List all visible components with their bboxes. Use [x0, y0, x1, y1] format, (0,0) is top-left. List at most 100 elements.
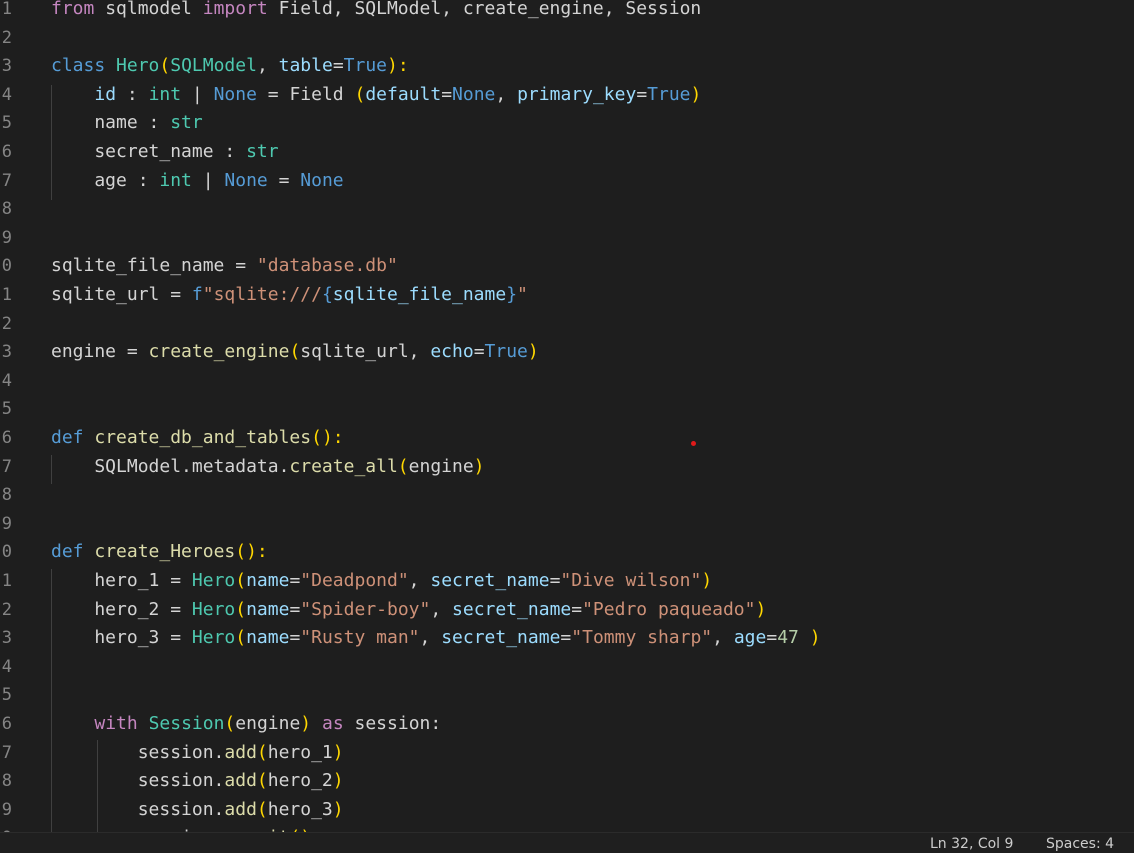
- code-line[interactable]: 8: [0, 195, 1134, 224]
- code-line[interactable]: 7 age : int | None = None: [0, 167, 1134, 196]
- code-token: name: [246, 570, 290, 591]
- code-line[interactable]: 5: [0, 395, 1134, 424]
- code-line[interactable]: 4: [0, 367, 1134, 396]
- code-text: session.commit(): [51, 824, 311, 832]
- line-number: 0: [1, 542, 12, 563]
- code-line[interactable]: 1 from sqlmodel import Field, SQLModel, c…: [0, 0, 1134, 24]
- indentation-indicator[interactable]: Spaces: 4: [1046, 836, 1114, 852]
- line-number: 9: [1, 799, 12, 820]
- code-line[interactable]: 5: [0, 681, 1134, 710]
- code-token: ,: [430, 598, 453, 620]
- code-token: "Dive wilson": [560, 570, 702, 591]
- code-token: {: [321, 284, 333, 305]
- code-token: secret_name: [430, 570, 550, 591]
- line-number: 7: [1, 456, 12, 477]
- code-line[interactable]: 4 id : int | None = Field (default=None,…: [0, 81, 1134, 110]
- line-number: 8: [1, 771, 12, 792]
- code-text: age : int | None = None: [51, 167, 344, 196]
- code-token: None: [224, 169, 268, 191]
- code-token: None: [300, 169, 344, 191]
- code-line[interactable]: 3 class Hero(SQLModel, table=True):: [0, 52, 1134, 81]
- code-line[interactable]: 2: [0, 24, 1134, 53]
- code-line[interactable]: 3 engine = create_engine(sqlite_url, echo…: [0, 338, 1134, 367]
- line-number: 6: [1, 714, 12, 734]
- code-token: Field, SQLModel, create_engine, Session: [267, 0, 702, 19]
- code-text: sqlite_url = f"sqlite:///{sqlite_file_na…: [51, 281, 528, 310]
- code-line[interactable]: 9 session.add(hero_3): [0, 796, 1134, 825]
- code-line[interactable]: 7 SQLModel.metadata.create_all(engine): [0, 453, 1134, 482]
- code-line[interactable]: 6 with Session(engine) as session:: [0, 710, 1134, 739]
- line-number: 7: [1, 742, 12, 763]
- line-number: 4: [1, 656, 12, 677]
- line-number: 1: [1, 0, 12, 19]
- code-token: sqlite_file_name: [332, 284, 507, 305]
- line-number: 1: [1, 571, 12, 591]
- code-token: (: [159, 55, 171, 77]
- code-token: engine: [408, 455, 474, 477]
- code-token: sqlite_url,: [300, 341, 431, 363]
- code-line[interactable]: 1 sqlite_url = f"sqlite:///{sqlite_file_n…: [0, 281, 1134, 310]
- code-token: (: [256, 741, 268, 763]
- line-number: 5: [1, 399, 12, 420]
- line-number: 8: [1, 485, 12, 506]
- code-line[interactable]: 8: [0, 481, 1134, 510]
- code-token: ): [527, 341, 539, 363]
- code-line[interactable]: 6 secret_name : str: [0, 138, 1134, 167]
- code-text: engine = create_engine(sqlite_url, echo=…: [51, 338, 539, 367]
- code-line[interactable]: 5 name : str: [0, 109, 1134, 138]
- code-token: =: [289, 627, 301, 649]
- code-line[interactable]: 0 def create_Heroes():: [0, 538, 1134, 567]
- code-token: add: [224, 770, 257, 792]
- code-line[interactable]: 2 hero_2 = Hero(name="Spider-boy", secre…: [0, 596, 1134, 625]
- code-line[interactable]: 0 session.commit(): [0, 824, 1134, 832]
- code-token: Hero: [116, 55, 160, 77]
- line-number: 2: [1, 27, 12, 48]
- code-line[interactable]: 9: [0, 224, 1134, 253]
- code-line[interactable]: 3 hero_3 = Hero(name="Rusty man", secret…: [0, 624, 1134, 653]
- line-number: 0: [0, 824, 12, 832]
- code-line[interactable]: 7 session.add(hero_1): [0, 739, 1134, 768]
- code-text: class Hero(SQLModel, table=True):: [51, 52, 409, 81]
- code-line[interactable]: 0 sqlite_file_name = "database.db": [0, 252, 1134, 281]
- code-line[interactable]: 6 def create_db_and_tables():: [0, 424, 1134, 453]
- code-line[interactable]: 8 session.add(hero_2): [0, 767, 1134, 796]
- code-token: session.: [51, 798, 225, 820]
- code-line[interactable]: 2: [0, 310, 1134, 339]
- code-token: id: [94, 83, 117, 105]
- code-token: |: [181, 83, 214, 105]
- code-text: hero_1 = Hero(name="Deadpond", secret_na…: [51, 567, 712, 596]
- code-text: hero_2 = Hero(name="Spider-boy", secret_…: [51, 596, 766, 625]
- line-number: 6: [1, 428, 12, 448]
- code-line[interactable]: 9: [0, 510, 1134, 539]
- code-text: SQLModel.metadata.create_all(engine): [51, 453, 484, 482]
- code-token: ): [690, 83, 702, 105]
- code-token: age :: [51, 169, 160, 191]
- code-editor[interactable]: 1 from sqlmodel import Field, SQLModel, c…: [0, 0, 1134, 832]
- code-token: secret_name :: [51, 141, 247, 162]
- code-token: sqlite_file_name =: [51, 255, 257, 277]
- code-token: Hero: [191, 570, 236, 591]
- cursor-position-indicator[interactable]: Ln 32, Col 9: [930, 836, 1013, 852]
- code-text: with Session(engine) as session:: [51, 710, 441, 739]
- code-token: True: [484, 341, 528, 363]
- code-token: "database.db": [256, 255, 398, 277]
- code-token: ): [798, 627, 821, 649]
- code-token: ): [332, 798, 344, 820]
- code-token: =: [441, 83, 453, 105]
- code-token: None: [452, 83, 496, 105]
- code-token: add: [224, 798, 257, 820]
- code-text: from sqlmodel import Field, SQLModel, cr…: [51, 0, 701, 24]
- code-line[interactable]: 1 hero_1 = Hero(name="Deadpond", secret_…: [0, 567, 1134, 596]
- line-number: 4: [1, 370, 12, 391]
- code-text: name : str: [51, 109, 203, 138]
- code-token: str: [170, 112, 203, 134]
- code-line[interactable]: 4: [0, 653, 1134, 682]
- code-text: sqlite_file_name = "database.db": [51, 252, 398, 281]
- code-token: ,: [419, 627, 442, 649]
- code-token: primary_key: [517, 83, 637, 105]
- line-number: 5: [1, 113, 12, 134]
